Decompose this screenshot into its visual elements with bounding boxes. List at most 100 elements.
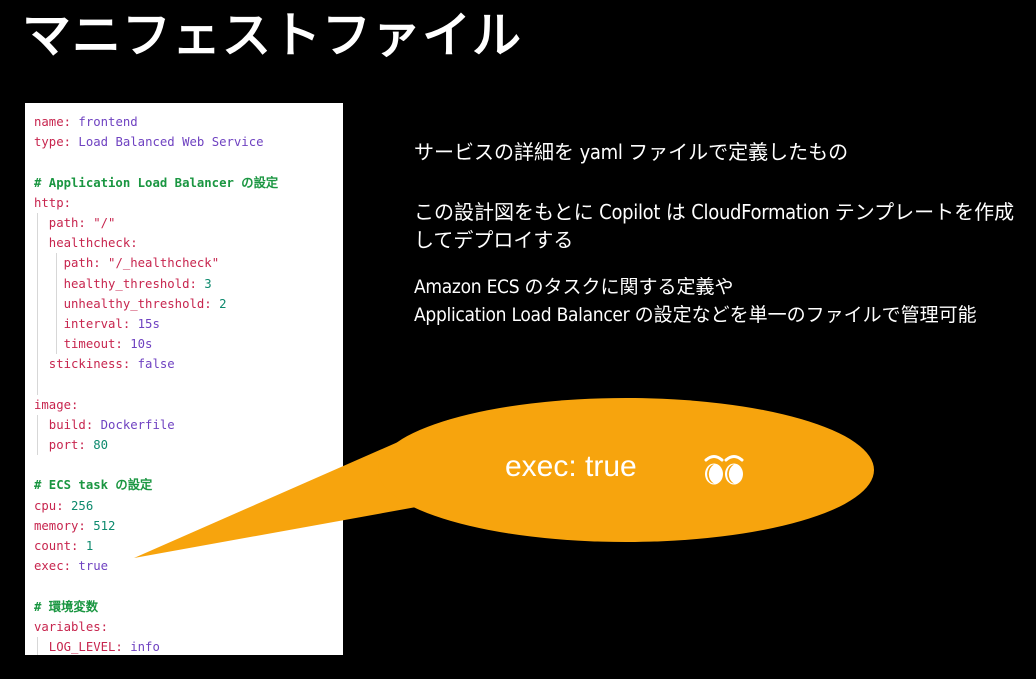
code-token: 1 (78, 538, 94, 553)
description-text: Load (511, 303, 552, 326)
code-token: 256 (63, 498, 94, 513)
callout-text: exec: true (505, 450, 637, 483)
code-token: info (122, 639, 160, 654)
code-lines: name: frontend type: Load Balanced Web Se… (25, 112, 343, 655)
code-token: cpu: (34, 498, 64, 513)
code-line (25, 374, 343, 395)
code-line: path: "/_healthcheck" (25, 253, 343, 274)
code-token: Dockerfile (93, 417, 175, 432)
indent-guide (37, 334, 38, 355)
code-line: unhealthy_threshold: 2 (25, 293, 343, 314)
eyes-icon (704, 455, 744, 485)
code-line: path: "/" (25, 212, 343, 234)
description-text: この設計図をもとに (414, 202, 600, 224)
code-token: 80 (85, 438, 109, 452)
code-token: memory: (34, 518, 86, 533)
code-line: # 環境変数 (25, 597, 343, 617)
code-line: http: (25, 193, 343, 213)
indent-guide (56, 273, 57, 294)
code-token: image: (34, 397, 79, 412)
indent-guide (56, 334, 57, 355)
indent-guide (37, 273, 38, 294)
code-token: # 環境変数 (34, 599, 98, 614)
code-line: healthy_threshold: 3 (25, 273, 343, 294)
page-title: マニフェストファイル (22, 9, 523, 63)
code-line: stickiness: false (25, 354, 343, 375)
indent-guide (37, 313, 38, 335)
indent-guide (37, 354, 38, 375)
code-token: "/" (85, 215, 116, 230)
code-token: 2 (211, 296, 227, 311)
indent-guide (37, 636, 38, 655)
description-text: サービスの詳細を (414, 142, 580, 164)
code-token: type: (34, 135, 72, 150)
code-token: healthy_threshold: (34, 276, 197, 291)
code-line: cpu: 256 (25, 496, 343, 516)
indent-guide (37, 374, 38, 395)
manifest-code-panel: name: frontend type: Load Balanced Web Se… (25, 103, 343, 655)
code-token: 3 (196, 276, 212, 291)
code-line: build: Dockerfile (25, 414, 343, 435)
description-text: Copilot (599, 200, 661, 224)
code-token: unhealthy_threshold: (34, 296, 212, 311)
indent-guide (37, 414, 38, 435)
code-token: true (71, 559, 109, 574)
description-text: yaml (579, 140, 623, 164)
code-token: http: (34, 195, 72, 210)
code-token: # ECS task の設定 (34, 478, 153, 493)
code-token: # Application Load Balancer の設定 (34, 175, 279, 190)
code-token: Load Balanced Web Service (71, 135, 264, 150)
code-line: count: 1 (25, 536, 343, 556)
description-text: ファイルで定義したもの (622, 142, 849, 164)
indent-guide (37, 253, 38, 274)
code-token: variables: (34, 619, 109, 634)
code-token: false (130, 357, 175, 372)
description-text: Balancer (556, 303, 630, 326)
code-line: name: frontend (25, 112, 343, 132)
indent-guide (56, 253, 57, 274)
code-line: # Application Load Balancer の設定 (25, 173, 343, 193)
code-token: count: (34, 538, 79, 553)
description-text: ECS (486, 276, 520, 298)
code-token: path: (34, 256, 101, 271)
code-token: frontend (71, 115, 138, 129)
code-token: exec: (34, 559, 72, 574)
indent-guide (56, 293, 57, 314)
code-line: # ECS task の設定 (25, 475, 343, 495)
code-token: 15s (130, 316, 160, 331)
description-text: の設定などを単一のファイルで管理可能 (629, 304, 977, 326)
indent-guide (37, 233, 38, 254)
code-line: port: 80 (25, 435, 343, 456)
code-token: stickiness: (34, 357, 131, 372)
code-token: 10s (122, 337, 153, 352)
description-line-1: サービスの詳細を yaml ファイルで定義したもの (414, 138, 848, 167)
code-token: path: (34, 215, 86, 230)
indent-guide (37, 293, 38, 314)
code-token: "/_healthcheck" (100, 256, 220, 271)
code-line: exec: true (25, 556, 343, 576)
indent-guide (56, 313, 57, 335)
description-text: Application (414, 303, 507, 326)
code-token: LOG_LEVEL: (34, 639, 123, 654)
description-line-3: Amazon ECS のタスクに関する定義や Application Load B… (414, 274, 1029, 330)
description-line-2: この設計図をもとに Copilot は CloudFormation テンプレー… (414, 198, 1024, 256)
description-text: は (660, 202, 692, 224)
description-text: CloudFormation (691, 200, 830, 224)
code-line: timeout: 10s (25, 334, 343, 355)
code-line: variables: (25, 617, 343, 637)
description-text: Amazon (414, 276, 482, 298)
code-token: interval: (34, 316, 131, 331)
code-token: port: (34, 438, 86, 452)
code-line: healthcheck: (25, 233, 343, 254)
indent-guide (37, 212, 38, 234)
code-line: image: (25, 395, 343, 415)
code-token: name: (34, 115, 72, 129)
indent-guide (37, 435, 38, 456)
code-token: 512 (85, 518, 116, 533)
code-line: type: Load Balanced Web Service (25, 132, 343, 152)
code-token: healthcheck: (34, 236, 138, 251)
code-token: timeout: (34, 337, 123, 352)
code-line: interval: 15s (25, 313, 343, 335)
